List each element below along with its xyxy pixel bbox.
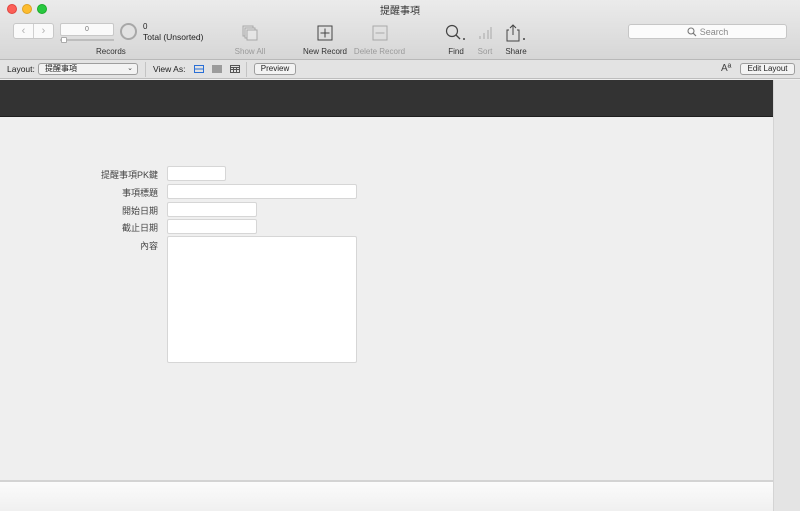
- field-input-pk[interactable]: [167, 166, 226, 181]
- search-placeholder: Search: [699, 26, 729, 37]
- layout-select-value: 提醒事項: [45, 64, 77, 73]
- found-set-pie-icon: [120, 23, 137, 40]
- layout-bar: Layout: 提醒事項 ⌄ View As: Preview Aª Edit …: [0, 60, 800, 79]
- sort-button[interactable]: Sort: [474, 22, 496, 56]
- table-view-icon[interactable]: [230, 65, 240, 73]
- sort-bars-icon: [474, 22, 496, 44]
- list-view-icon[interactable]: [212, 65, 222, 73]
- share-button[interactable]: Share: [502, 22, 530, 56]
- field-input-title[interactable]: [167, 184, 357, 199]
- share-icon: [502, 22, 530, 44]
- layout-select[interactable]: 提醒事項 ⌄: [38, 63, 138, 75]
- next-record-button[interactable]: ›: [34, 24, 53, 38]
- layout-label: Layout:: [7, 64, 35, 74]
- find-magnifier-icon: [443, 22, 469, 44]
- field-input-start-date[interactable]: [167, 202, 257, 217]
- layout-header-band: [0, 80, 773, 117]
- field-label-content: 內容: [139, 241, 158, 251]
- vertical-scrollbar[interactable]: [773, 80, 800, 511]
- field-label-title: 事項標題: [121, 188, 158, 198]
- delete-record-icon: [352, 22, 407, 44]
- show-all-button[interactable]: Show All: [228, 22, 272, 56]
- window-title: 提醒事項: [380, 6, 420, 17]
- record-slider-track[interactable]: [60, 39, 114, 41]
- show-all-icon: [228, 22, 272, 44]
- divider: [145, 62, 146, 77]
- field-label-due-date: 截止日期: [121, 223, 158, 233]
- found-count: 0: [143, 22, 148, 31]
- record-navigation: ‹ ›: [13, 23, 54, 39]
- preview-button[interactable]: Preview: [254, 63, 296, 75]
- previous-record-button[interactable]: ‹: [14, 24, 34, 38]
- search-icon: [687, 26, 697, 36]
- total-unsorted-label: Total (Unsorted): [143, 32, 204, 42]
- chevron-down-icon: ⌄: [127, 65, 133, 72]
- new-record-button[interactable]: New Record: [300, 22, 350, 56]
- title-toolbar: 提醒事項 ‹ › 0 Records 0 Total (Unsorted) Sh…: [0, 0, 800, 60]
- field-label-start-date: 開始日期: [121, 206, 158, 216]
- text-format-icon[interactable]: Aª: [721, 63, 731, 74]
- new-record-icon: [300, 22, 350, 44]
- field-label-pk: 提醒事項PK鍵: [100, 170, 158, 180]
- form-view-icon[interactable]: [194, 65, 204, 73]
- field-input-due-date[interactable]: [167, 219, 257, 234]
- find-button[interactable]: Find: [443, 22, 469, 56]
- view-as-label: View As:: [153, 64, 186, 74]
- delete-record-button[interactable]: Delete Record: [352, 22, 407, 56]
- edit-layout-button[interactable]: Edit Layout: [740, 63, 795, 75]
- field-input-content[interactable]: [167, 236, 357, 363]
- record-slider-thumb[interactable]: [61, 37, 67, 43]
- records-label: Records: [96, 47, 126, 56]
- search-field[interactable]: Search: [628, 24, 787, 39]
- layout-footer-band: [0, 480, 773, 511]
- app-window: 提醒事項 ‹ › 0 Records 0 Total (Unsorted) Sh…: [0, 0, 800, 511]
- current-record-field[interactable]: 0: [60, 23, 114, 36]
- divider: [246, 62, 247, 77]
